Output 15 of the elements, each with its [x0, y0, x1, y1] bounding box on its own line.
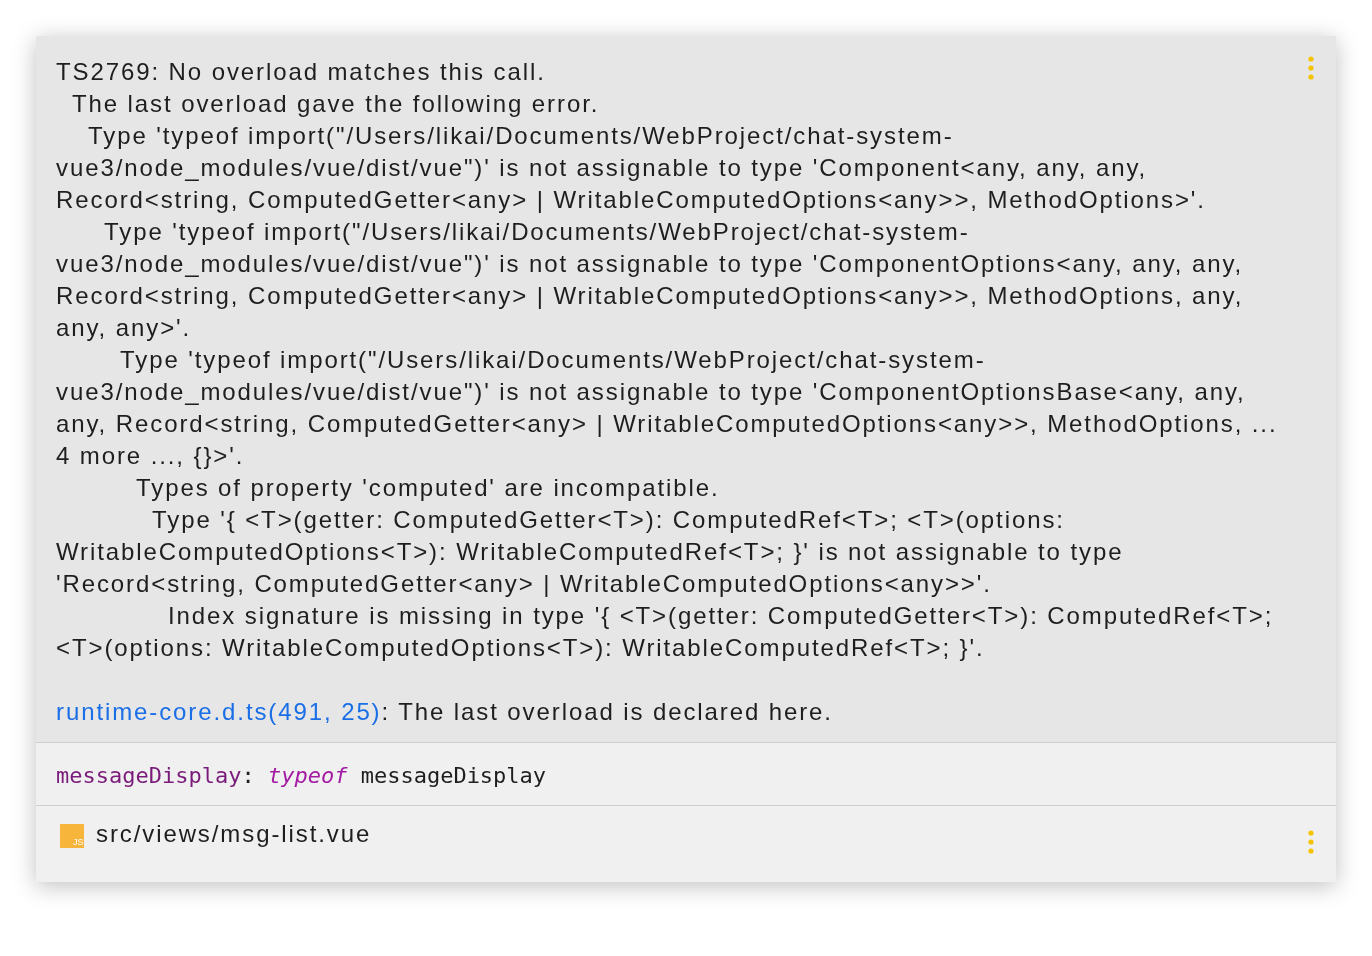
error-message-line: Index signature is missing in type '{ <T>(getter: ComputedGetter<T>): ComputedRef<T>; <T>(options: WritableComputedOptions<T>): WritableComputedRef<T>; }'.: [56, 601, 1275, 663]
error-message-line: TS2769: No overload matches this call.: [56, 57, 547, 87]
file-path: src/views/msg-list.vue: [96, 819, 373, 849]
type-signature: messageDisplay: typeof messageDisplay: [36, 743, 1336, 806]
error-message-line: The last overload gave the following error.: [71, 89, 601, 119]
error-message-line: Types of property 'computed' are incompatible.: [135, 473, 721, 503]
related-info: runtime-core.d.ts(491, 25): The last overload is declared here.: [56, 697, 834, 727]
more-icon[interactable]: [1308, 830, 1314, 854]
error-message-line: Type 'typeof import("/Users/likai/Documents/WebProject/chat-system-vue3/node_modules/vue/dist/vue")' is not assignable to type 'ComponentOptions<any, any, any, Record<string, ComputedGetter<any> | WritableComputedOptions<any>>, MethodOptions, any, any, any>'.: [56, 217, 1245, 343]
error-message-line: Type '{ <T>(getter: ComputedGetter<T>): ComputedRef<T>; <T>(options: WritableComputedOptions<T>): WritableComputedRef<T>; }' is not assignable to type 'Record<string, ComputedGetter<any> | WritableComputedOptions<any>>'.: [56, 505, 1125, 599]
error-message-line: Type 'typeof import("/Users/likai/Documents/WebProject/chat-system-vue3/node_modules/vue/dist/vue")' is not assignable to type 'Component<any, any, any, Record<string, ComputedGetter<any> | WritableComputedOptions<any>>, MethodOptions>'.: [56, 121, 1207, 215]
js-file-icon: JS: [60, 824, 84, 848]
error-message-line: Type 'typeof import("/Users/likai/Documents/WebProject/chat-system-vue3/node_modules/vue/dist/vue")' is not assignable to type 'ComponentOptionsBase<any, any, any, Record<string, ComputedGetter<any> | WritableComputedOptions<any>>, MethodOptions, ... 4 more ..., {}>'.: [56, 345, 1279, 471]
source-link[interactable]: runtime-core.d.ts(491, 25): [56, 698, 382, 725]
more-icon[interactable]: [1308, 56, 1314, 80]
